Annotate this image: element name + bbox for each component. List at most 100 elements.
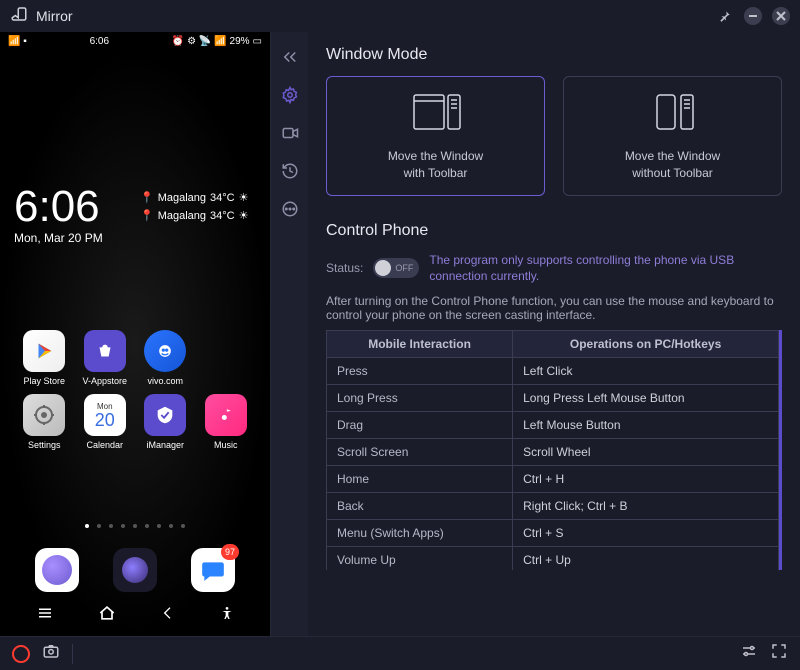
app-vappstore[interactable]: V-Appstore <box>75 330 136 386</box>
app-grid: Play Store V-Appstore vivo.com Settings … <box>14 330 256 450</box>
control-phone-toggle[interactable]: OFF <box>373 258 419 278</box>
fullscreen-button[interactable] <box>770 642 788 665</box>
phone-mirror-pane[interactable]: 📶 ▪ 6:06 ⏰ ⚙ 📡 📶 29% ▭ 6:06 Mon, Mar 20 … <box>0 32 270 636</box>
screenshot-button[interactable] <box>42 642 60 665</box>
table-cell: Right Click; Ctrl + B <box>513 493 779 520</box>
no-toolbar-window-icon <box>643 91 703 138</box>
table-cell: Left Click <box>513 358 779 385</box>
control-phone-title: Control Phone <box>326 222 782 240</box>
app-title: Mirror <box>36 8 73 24</box>
sun-icon: ☀ <box>239 190 249 208</box>
table-cell: Long Press Left Mouse Button <box>513 385 779 412</box>
table-cell: Ctrl + Up <box>513 547 779 571</box>
status-icons: ⏰ ⚙ 📡 📶 <box>172 36 227 47</box>
tool-sidebar <box>270 32 308 636</box>
phone-statusbar: 📶 ▪ 6:06 ⏰ ⚙ 📡 📶 29% ▭ <box>0 32 270 50</box>
app-settings[interactable]: Settings <box>14 394 75 450</box>
record-button[interactable] <box>12 645 30 663</box>
table-header: Operations on PC/Hotkeys <box>513 331 779 358</box>
window-mode-with-toolbar[interactable]: Move the Window with Toolbar <box>326 76 545 196</box>
table-cell: Scroll Screen <box>327 439 513 466</box>
calendar-day: 20 <box>95 411 115 429</box>
table-cell: Ctrl + S <box>513 520 779 547</box>
minimize-button[interactable] <box>744 7 762 25</box>
app-vivo[interactable]: vivo.com <box>135 330 196 386</box>
table-cell: Left Mouse Button <box>513 412 779 439</box>
table-cell: Drag <box>327 412 513 439</box>
window-mode-without-toolbar[interactable]: Move the Window without Toolbar <box>563 76 782 196</box>
table-row: DragLeft Mouse Button <box>327 412 779 439</box>
table-cell: Press <box>327 358 513 385</box>
status-label: Status: <box>326 261 363 275</box>
weather-city: Magalang <box>158 208 206 226</box>
table-row: PressLeft Click <box>327 358 779 385</box>
sidebar-settings[interactable] <box>279 84 301 106</box>
nav-back-icon[interactable] <box>160 605 176 626</box>
pin-button[interactable] <box>716 7 734 25</box>
hotkey-table: Mobile Interaction Operations on PC/Hotk… <box>326 330 779 570</box>
footer-bar <box>0 636 800 670</box>
sidebar-more[interactable] <box>279 198 301 220</box>
app-imanager[interactable]: iManager <box>135 394 196 450</box>
clock-widget[interactable]: 6:06 Mon, Mar 20 PM <box>14 185 103 245</box>
nav-menu-icon[interactable] <box>36 604 54 627</box>
card-label: Move the Window with Toolbar <box>388 148 483 182</box>
close-button[interactable] <box>772 7 790 25</box>
window-mode-title: Window Mode <box>326 46 782 64</box>
table-cell: Volume Up <box>327 547 513 571</box>
weather-temp: 34°C <box>210 208 235 226</box>
toolbar-window-icon <box>406 91 466 138</box>
page-indicator[interactable] <box>0 524 270 528</box>
card-label: Move the Window without Toolbar <box>625 148 720 182</box>
battery-icon: ▭ <box>253 36 262 47</box>
signal-icon: 📶 ▪ <box>8 36 27 47</box>
main-area: 📶 ▪ 6:06 ⏰ ⚙ 📡 📶 29% ▭ 6:06 Mon, Mar 20 … <box>0 32 800 636</box>
table-row: Menu (Switch Apps)Ctrl + S <box>327 520 779 547</box>
table-header: Mobile Interaction <box>327 331 513 358</box>
weather-city: Magalang <box>158 190 206 208</box>
nav-accessibility-icon[interactable] <box>219 605 235 626</box>
table-cell: Ctrl + H <box>513 466 779 493</box>
weather-temp: 34°C <box>210 190 235 208</box>
phone-home-screen[interactable]: 6:06 Mon, Mar 20 PM 📍Magalang 34°C ☀ 📍Ma… <box>0 50 270 636</box>
nav-home-icon[interactable] <box>97 603 117 628</box>
location-pin-icon: 📍 <box>140 208 154 226</box>
clock-date: Mon, Mar 20 PM <box>14 231 103 245</box>
dock-camera[interactable] <box>113 548 157 592</box>
table-row: BackRight Click; Ctrl + B <box>327 493 779 520</box>
weather-widget[interactable]: 📍Magalang 34°C ☀ 📍Magalang 34°C ☀ <box>140 190 248 225</box>
table-row: Scroll ScreenScroll Wheel <box>327 439 779 466</box>
content-pane: Window Mode Move the Window with Toolbar… <box>308 32 800 636</box>
sidebar-history[interactable] <box>279 160 301 182</box>
table-row: Volume UpCtrl + Up <box>327 547 779 571</box>
table-cell: Back <box>327 493 513 520</box>
table-row: HomeCtrl + H <box>327 466 779 493</box>
sidebar-record[interactable] <box>279 122 301 144</box>
table-cell: Menu (Switch Apps) <box>327 520 513 547</box>
app-play-store[interactable]: Play Store <box>14 330 75 386</box>
status-time: 6:06 <box>90 36 109 47</box>
table-row: Long PressLong Press Left Mouse Button <box>327 385 779 412</box>
status-note: The program only supports controlling th… <box>429 252 782 284</box>
sun-icon: ☀ <box>239 208 249 226</box>
messages-badge: 97 <box>221 544 239 560</box>
app-icon <box>10 5 28 28</box>
adjust-button[interactable] <box>740 642 758 665</box>
table-cell: Long Press <box>327 385 513 412</box>
hotkey-table-wrap[interactable]: Mobile Interaction Operations on PC/Hotk… <box>326 330 782 570</box>
battery-level: 29% <box>230 36 250 47</box>
table-cell: Scroll Wheel <box>513 439 779 466</box>
control-desc: After turning on the Control Phone funct… <box>326 294 782 322</box>
app-music[interactable]: Music <box>196 394 257 450</box>
dock-messages[interactable]: 97 <box>191 548 235 592</box>
separator <box>72 644 73 664</box>
dock-browser[interactable] <box>35 548 79 592</box>
app-calendar[interactable]: Mon20Calendar <box>75 394 136 450</box>
collapse-button[interactable] <box>279 46 301 68</box>
titlebar: Mirror <box>0 0 800 32</box>
phone-dock: 97 <box>0 548 270 592</box>
clock-time: 6:06 <box>14 185 103 229</box>
location-pin-icon: 📍 <box>140 190 154 208</box>
table-cell: Home <box>327 466 513 493</box>
phone-navbar <box>0 600 270 630</box>
